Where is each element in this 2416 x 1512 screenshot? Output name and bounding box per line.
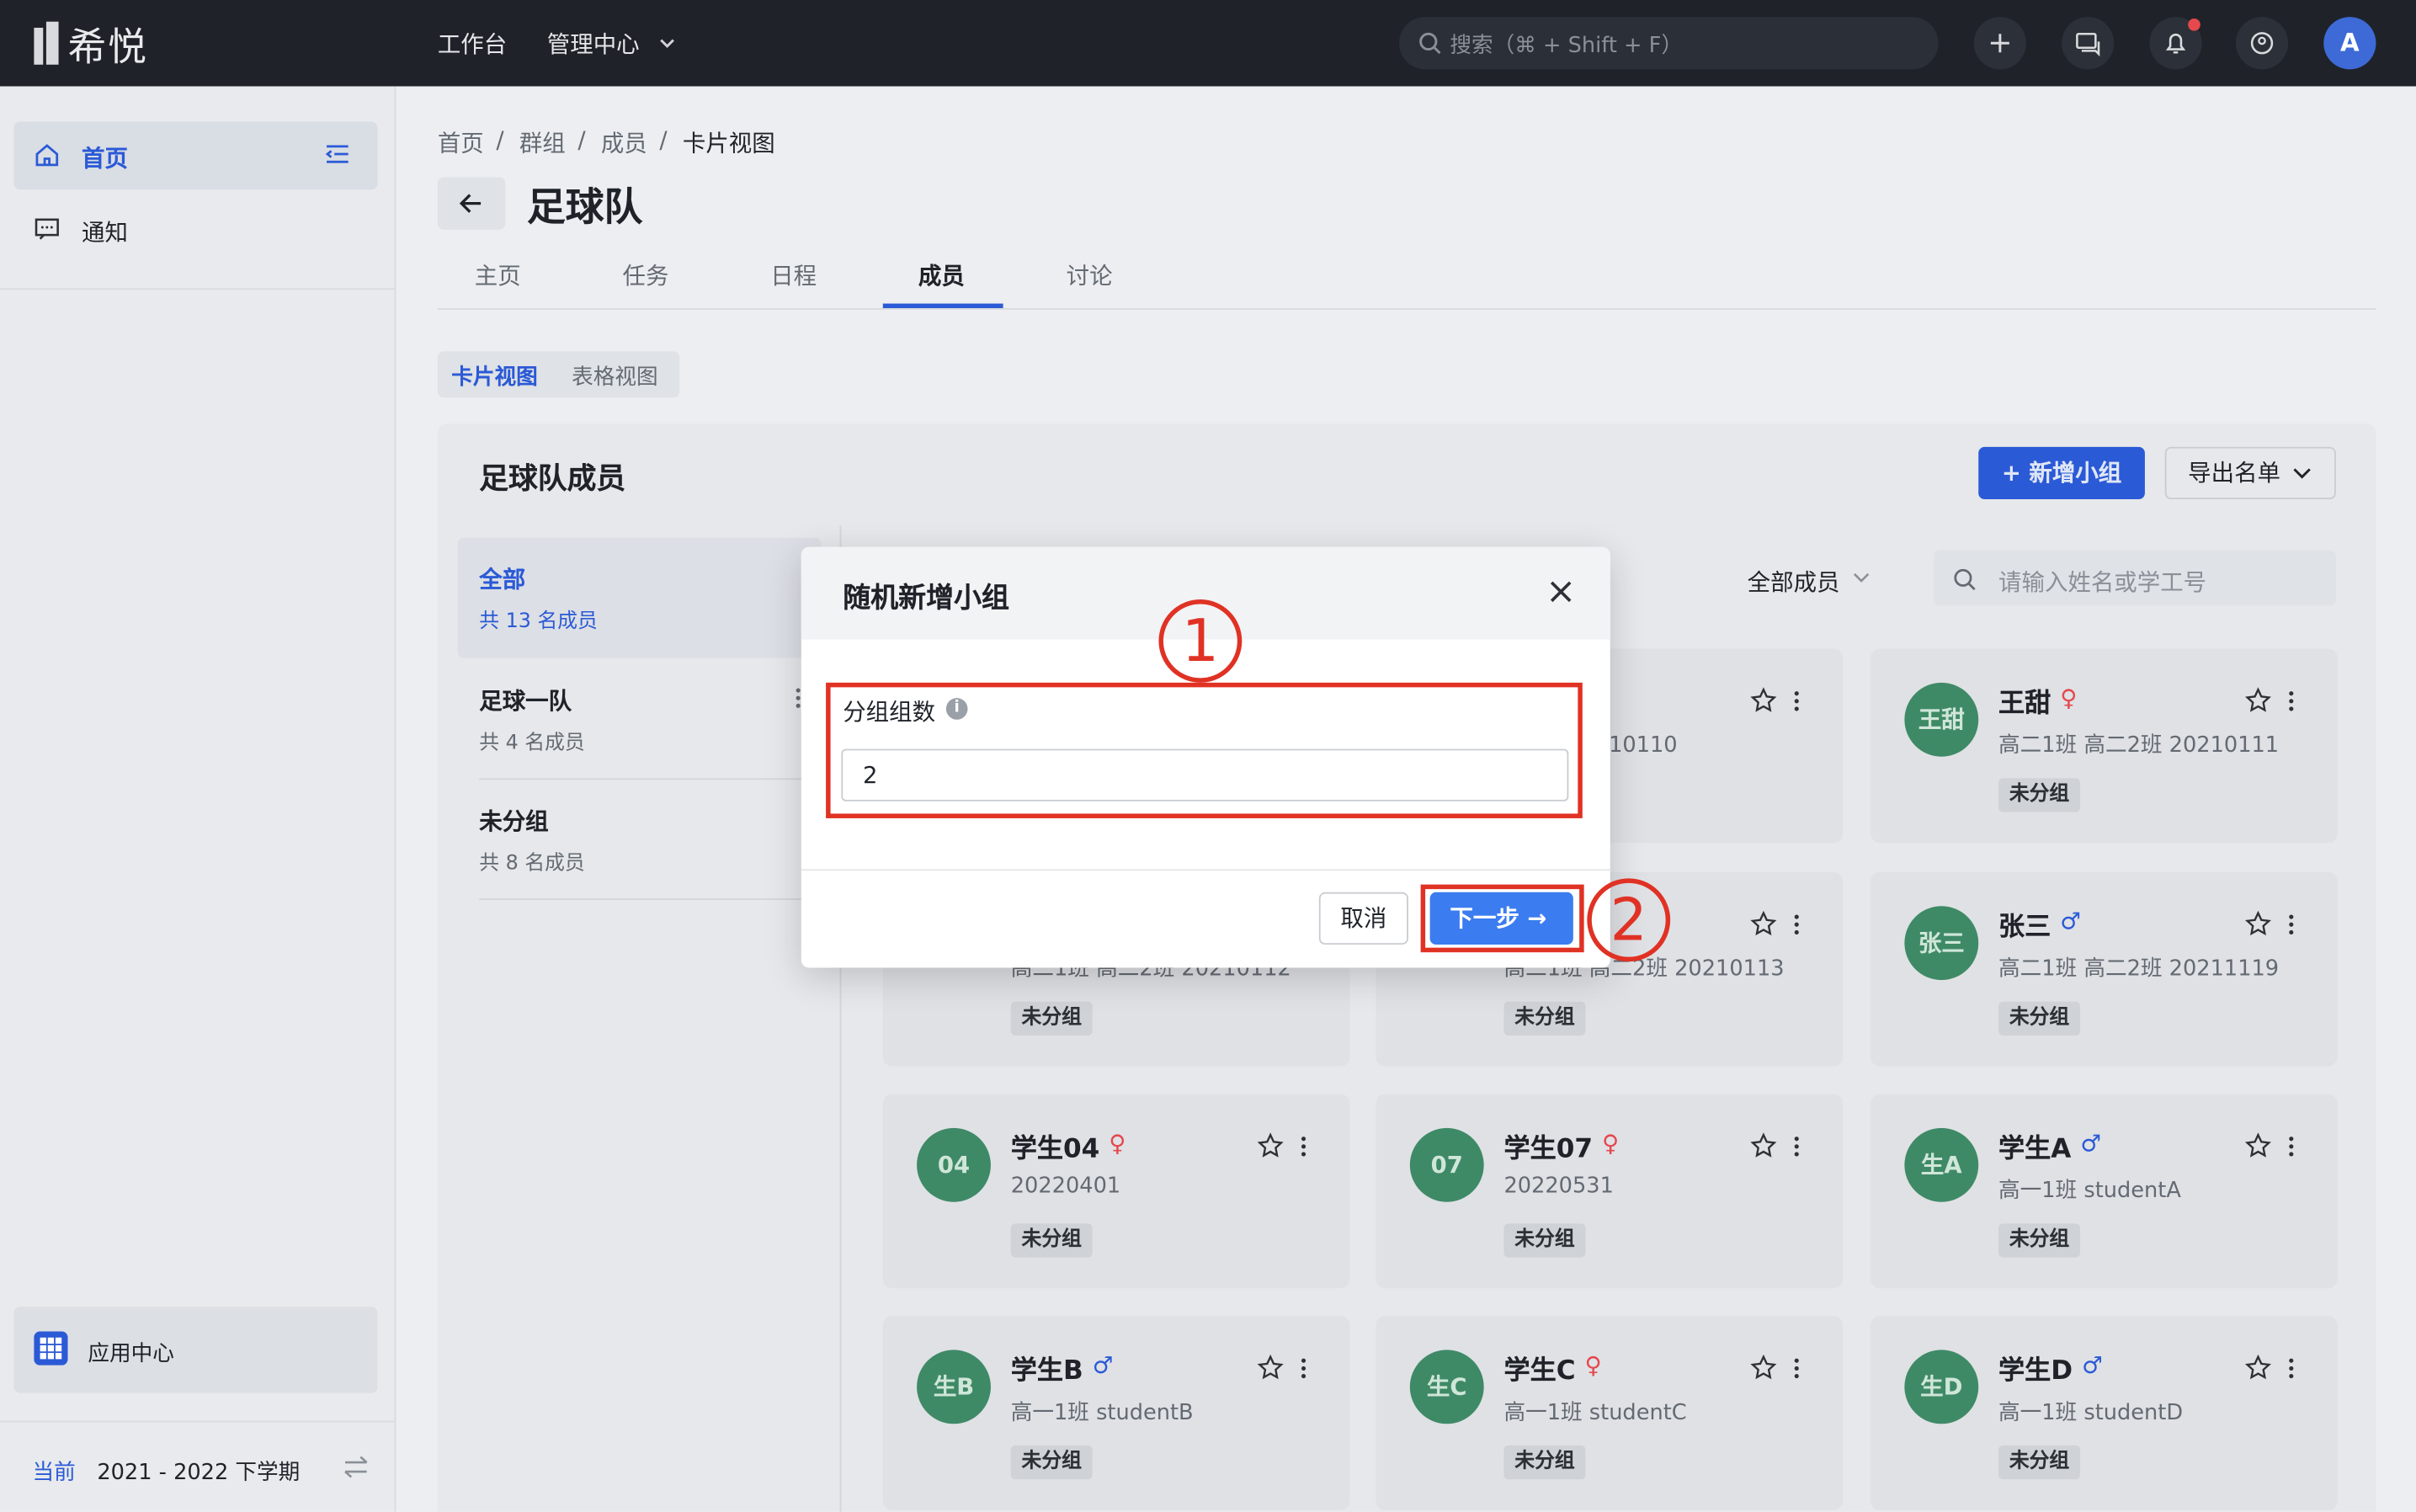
highlight-box-next: [1420, 884, 1584, 953]
close-icon[interactable]: [1549, 579, 1573, 604]
modal-footer-divider: [801, 869, 1610, 871]
modal-title: 随机新增小组: [843, 582, 1009, 615]
highlight-box-field: [826, 682, 1583, 818]
step-marker-2: 2: [1587, 878, 1671, 962]
step-marker-1: 1: [1158, 599, 1243, 683]
cancel-button[interactable]: 取消: [1318, 892, 1408, 945]
